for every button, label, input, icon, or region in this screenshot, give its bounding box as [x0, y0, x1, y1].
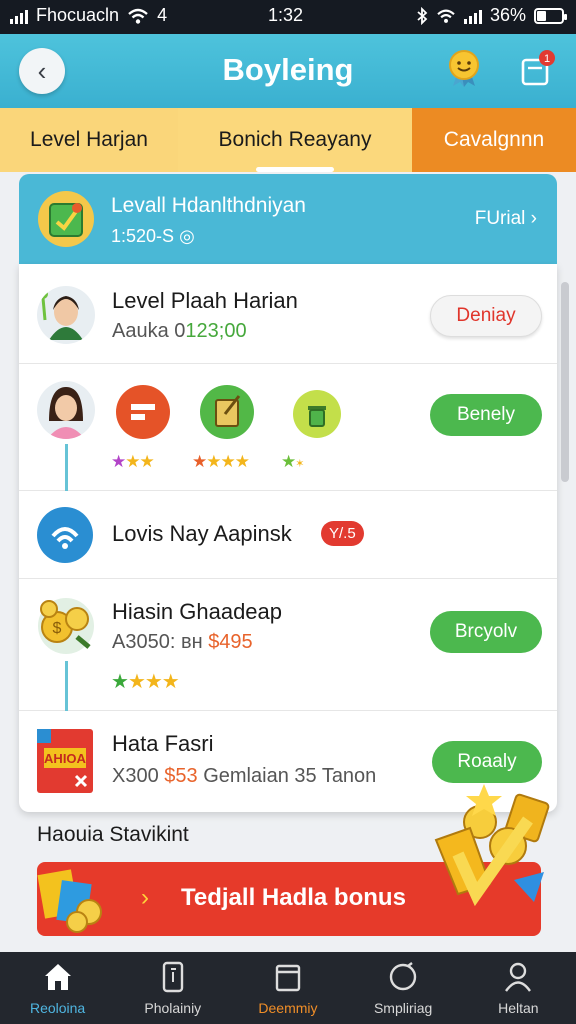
- bottom-nav: Reoloina Pholainiy Deemmiy Smpliriag Hel…: [0, 952, 576, 1024]
- wifi-icon: [437, 9, 455, 23]
- item-title: Hata Fasri: [112, 731, 214, 756]
- activity-list: Level Plaah Harian Aauka 0123;00 Deniay …: [19, 264, 557, 812]
- rating-stars: ★★★★: [192, 452, 250, 471]
- nav-square[interactable]: Deemmiy: [230, 952, 345, 1024]
- trash-icon[interactable]: [292, 389, 342, 439]
- bonus-label: Tedjall Hadla bonus: [181, 884, 406, 911]
- tab-level[interactable]: Level Harjan: [0, 108, 178, 172]
- confirm-button[interactable]: Brcyolv: [430, 611, 542, 653]
- svg-text:$: $: [53, 620, 62, 637]
- item-title: Hiasin Ghaadeap: [112, 599, 283, 624]
- coin-icon: ◎: [179, 226, 195, 246]
- wifi-circle-icon: [37, 507, 93, 563]
- svg-text:AHIOA: AHIOA: [44, 751, 87, 766]
- rating-stars: ★★★: [111, 452, 155, 471]
- app-header: ‹ Boyleing 1: [0, 34, 576, 108]
- status-badge: Y/.5: [321, 521, 364, 546]
- nav-phone[interactable]: Pholainiy: [115, 952, 230, 1024]
- game-card-icon: AHIOA: [37, 729, 93, 793]
- music-icon[interactable]: [115, 384, 171, 440]
- person-icon: [505, 962, 532, 992]
- tab-label: Bonich Reayany: [218, 128, 372, 151]
- coins-icon: [434, 784, 550, 907]
- rating-stars: ★★★★: [111, 671, 180, 693]
- home-icon: [44, 964, 71, 990]
- nav-label: Heltan: [498, 1000, 539, 1016]
- item-title: Level Plaah Harian: [112, 288, 298, 313]
- nav-profile[interactable]: Heltan: [461, 952, 576, 1024]
- edit-icon[interactable]: [199, 384, 255, 440]
- nav-home[interactable]: Reoloina: [0, 952, 115, 1024]
- network-label: 4: [157, 5, 168, 25]
- bluetooth-icon: [417, 6, 428, 25]
- tab-label: Cavalgnnn: [443, 128, 545, 151]
- tab-bar: Level Harjan Bonich Reayany Cavalgnnn: [0, 108, 576, 172]
- clock: 1:32: [268, 5, 304, 25]
- tablet-icon: [38, 191, 94, 247]
- list-item[interactable]: Lovis Nay Aapinsk Y/.5: [19, 491, 557, 579]
- avatar: [37, 286, 95, 344]
- gift-icon: [37, 869, 102, 933]
- timeline-line: [65, 444, 68, 491]
- item-subtitle: X300 $53 Gemlaian 35 Tanon: [112, 765, 377, 787]
- level-banner[interactable]: Levall Hdanlthdniyan 1:520-S ◎ FUrial ›: [19, 174, 557, 264]
- scrollbar[interactable]: [561, 282, 569, 482]
- nav-label: Pholainiy: [144, 1000, 202, 1016]
- chevron-right-icon: ›: [141, 884, 149, 911]
- status-bar: Fhocuacln 4 1:32 36%: [0, 0, 576, 34]
- tab-label: Level Harjan: [30, 128, 148, 151]
- square-icon: [275, 964, 301, 992]
- confirm-button[interactable]: Benely: [430, 394, 542, 436]
- signal-icon: [10, 8, 28, 24]
- coin-basket-icon: $: [38, 598, 94, 654]
- banner-link[interactable]: FUrial ›: [475, 208, 537, 230]
- nav-label: Deemmiy: [258, 1000, 318, 1016]
- nav-label: Smpliriag: [373, 1000, 433, 1016]
- signal-icon: [463, 8, 482, 24]
- timeline-line: [65, 661, 68, 711]
- page-title: Boyleing: [222, 52, 354, 87]
- svg-text:1: 1: [544, 53, 550, 65]
- list-item[interactable]: $ Hiasin Ghaadeap A3050: вн $495 ★★★★ Br…: [19, 579, 557, 711]
- item-title: Lovis Nay Aapinsk: [112, 521, 292, 546]
- tab-campaign[interactable]: Cavalgnnn: [412, 108, 576, 172]
- battery-icon: [534, 7, 567, 24]
- nav-circle[interactable]: Smpliriag: [346, 952, 461, 1024]
- item-subtitle: Aauka 0123;00: [112, 320, 247, 342]
- wifi-icon: [128, 8, 148, 24]
- battery-percent: 36%: [489, 5, 526, 25]
- carrier-label: Fhocuacln: [36, 5, 120, 25]
- section-title: Haouia Stavikint: [37, 823, 189, 846]
- rating-stars: ★✶: [281, 452, 304, 471]
- confirm-button[interactable]: Roaaly: [432, 741, 542, 783]
- phone-icon: [162, 961, 183, 993]
- medal-icon[interactable]: [444, 48, 484, 88]
- item-subtitle: A3050: вн $495: [112, 631, 253, 653]
- notification-icon[interactable]: 1: [516, 48, 556, 88]
- circle-icon: [389, 962, 417, 991]
- nav-label: Reoloina: [29, 1000, 86, 1016]
- chevron-right-icon: ›: [530, 208, 537, 229]
- list-item[interactable]: ★★★ ★★★★ ★✶ Benely: [19, 364, 557, 491]
- deny-button[interactable]: Deniay: [430, 295, 542, 337]
- banner-subtitle: 1:520-S ◎: [111, 226, 195, 246]
- avatar: [37, 381, 95, 439]
- list-item[interactable]: Level Plaah Harian Aauka 0123;00 Deniay: [19, 264, 557, 364]
- tab-ranking[interactable]: Bonich Reayany: [178, 108, 412, 172]
- banner-title: Levall Hdanlthdniyan: [111, 194, 306, 217]
